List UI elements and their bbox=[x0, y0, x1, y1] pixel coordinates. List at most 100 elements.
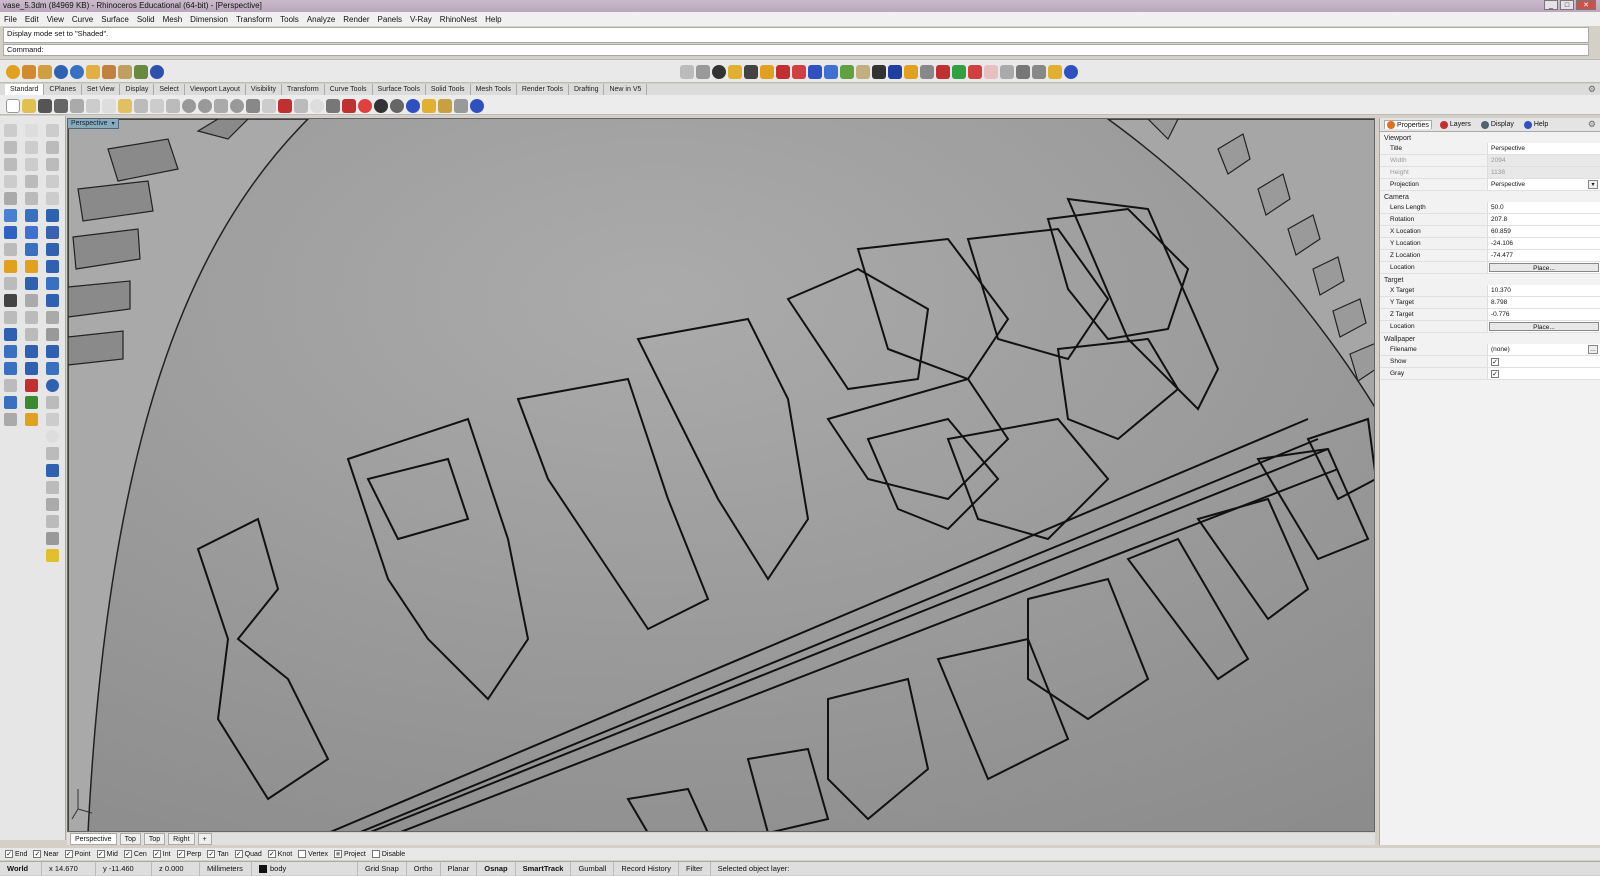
osnap-near[interactable]: ✓ Near bbox=[33, 850, 59, 858]
y-location-field[interactable]: -24.106 bbox=[1487, 238, 1600, 249]
zoom-extents-icon[interactable] bbox=[214, 99, 228, 113]
menu-view[interactable]: View bbox=[43, 15, 68, 24]
plugin-icon[interactable] bbox=[1032, 65, 1046, 79]
osnap-mid[interactable]: ✓ Mid bbox=[96, 850, 118, 858]
menu-mesh[interactable]: Mesh bbox=[159, 15, 187, 24]
plugin-icon[interactable] bbox=[1016, 65, 1030, 79]
plugin-icon[interactable] bbox=[920, 65, 934, 79]
gray-checkbox[interactable]: ✓ bbox=[1491, 370, 1499, 378]
tab-top[interactable]: Top bbox=[119, 833, 141, 845]
plugin-icon[interactable] bbox=[808, 65, 822, 79]
plugin-icon[interactable] bbox=[38, 65, 52, 79]
distance-measure-icon[interactable] bbox=[46, 532, 59, 545]
osnap-int[interactable]: ✓ Int bbox=[152, 850, 171, 858]
tab-set-view[interactable]: Set View bbox=[82, 84, 121, 95]
surface-edge-icon[interactable] bbox=[25, 209, 38, 222]
menu-tools[interactable]: Tools bbox=[276, 15, 303, 24]
solid-sphere-icon[interactable] bbox=[25, 226, 38, 239]
plugin-icon[interactable] bbox=[936, 65, 950, 79]
checkbox[interactable]: ✓ bbox=[267, 850, 276, 858]
paste-icon[interactable] bbox=[118, 99, 132, 113]
copy-icon[interactable] bbox=[102, 99, 116, 113]
box-icon[interactable] bbox=[25, 175, 38, 188]
osnap-vertex[interactable]: Vertex bbox=[298, 850, 328, 858]
arc-icon[interactable] bbox=[4, 175, 17, 188]
check-icon[interactable] bbox=[25, 396, 38, 409]
plugin-icon[interactable] bbox=[680, 65, 694, 79]
light-bulb-icon[interactable] bbox=[310, 99, 324, 113]
osnap-quad[interactable]: ✓ Quad bbox=[234, 850, 262, 858]
plugin-icon[interactable] bbox=[86, 65, 100, 79]
osnap-cen[interactable]: ✓ Cen bbox=[123, 850, 147, 858]
plugin-icon[interactable] bbox=[776, 65, 790, 79]
rotate-view-icon[interactable] bbox=[166, 99, 180, 113]
tab-visibility[interactable]: Visibility bbox=[246, 84, 283, 95]
tab-viewport-layout[interactable]: Viewport Layout bbox=[185, 84, 246, 95]
cut-icon[interactable] bbox=[86, 99, 100, 113]
cplane-icon[interactable] bbox=[262, 99, 276, 113]
tab-right[interactable]: Right bbox=[168, 833, 195, 845]
current-layer[interactable]: body bbox=[252, 861, 358, 876]
plugin-icon[interactable] bbox=[118, 65, 132, 79]
checkbox[interactable]: ✓ bbox=[96, 850, 105, 858]
lock-icon[interactable] bbox=[326, 99, 340, 113]
plugin-icon[interactable] bbox=[102, 65, 116, 79]
gear-icon[interactable]: ⚙ bbox=[1588, 119, 1596, 130]
trim-icon[interactable] bbox=[4, 294, 17, 307]
helix-icon[interactable] bbox=[46, 413, 59, 426]
material-icon[interactable] bbox=[46, 464, 59, 477]
copy-object-icon[interactable] bbox=[46, 260, 59, 273]
rectangle-icon[interactable] bbox=[46, 141, 59, 154]
place-camera-button[interactable]: Place... bbox=[1489, 263, 1599, 272]
dot-icon[interactable] bbox=[4, 413, 17, 426]
perspective-viewport[interactable] bbox=[67, 118, 1375, 832]
sphere-icon[interactable] bbox=[46, 379, 59, 392]
menu-curve[interactable]: Curve bbox=[68, 15, 97, 24]
tab-properties[interactable]: Properties bbox=[1384, 120, 1432, 129]
checkbox[interactable]: ✓ bbox=[152, 850, 161, 858]
solid-cylinder-icon[interactable] bbox=[46, 226, 59, 239]
plugin-icon[interactable] bbox=[1048, 65, 1062, 79]
plugin-icon[interactable] bbox=[150, 65, 164, 79]
checkbox[interactable] bbox=[298, 850, 307, 858]
mirror-icon[interactable] bbox=[46, 277, 59, 290]
zoom-icon[interactable] bbox=[182, 99, 196, 113]
print-icon[interactable] bbox=[54, 99, 68, 113]
browse-icon[interactable]: … bbox=[1588, 345, 1598, 354]
tab-drafting[interactable]: Drafting bbox=[569, 84, 605, 95]
rendered-sphere-icon[interactable] bbox=[390, 99, 404, 113]
zoom-selected-icon[interactable] bbox=[230, 99, 244, 113]
area-icon[interactable] bbox=[46, 362, 59, 375]
minimize-button[interactable]: _ bbox=[1544, 0, 1558, 10]
x-target-field[interactable]: 10.370 bbox=[1487, 285, 1600, 296]
checkbox[interactable]: ✓ bbox=[176, 850, 185, 858]
new-file-icon[interactable] bbox=[6, 99, 20, 113]
array-icon[interactable] bbox=[46, 311, 59, 324]
import-icon[interactable] bbox=[70, 99, 84, 113]
curve-icon[interactable] bbox=[25, 141, 38, 154]
point-icon[interactable] bbox=[25, 124, 38, 137]
checkbox[interactable]: ✓ bbox=[64, 850, 73, 858]
zoom-window-icon[interactable] bbox=[198, 99, 212, 113]
tab-surface-tools[interactable]: Surface Tools bbox=[373, 84, 426, 95]
plugin-icon[interactable] bbox=[968, 65, 982, 79]
polygon-icon[interactable] bbox=[46, 175, 59, 188]
shaded-sphere-icon[interactable] bbox=[374, 99, 388, 113]
select-icon[interactable] bbox=[294, 99, 308, 113]
tab-perspective[interactable]: Perspective bbox=[70, 833, 117, 845]
menu-edit[interactable]: Edit bbox=[21, 15, 43, 24]
rotate-icon[interactable] bbox=[4, 277, 17, 290]
menu-solid[interactable]: Solid bbox=[133, 15, 159, 24]
plugin-icon[interactable] bbox=[134, 65, 148, 79]
tab-help[interactable]: Help bbox=[1522, 120, 1550, 129]
analyze-icon[interactable] bbox=[25, 345, 38, 358]
add-tab-button[interactable]: + bbox=[197, 833, 212, 845]
cylinder-icon[interactable] bbox=[46, 549, 59, 562]
filter-toggle[interactable]: Filter bbox=[679, 861, 711, 876]
quad-view-icon[interactable] bbox=[46, 498, 59, 511]
move-icon[interactable] bbox=[25, 260, 38, 273]
layout-icon[interactable] bbox=[4, 362, 17, 375]
tab-render-tools[interactable]: Render Tools bbox=[517, 84, 569, 95]
tab-display[interactable]: Display bbox=[120, 84, 155, 95]
filename-field[interactable]: (none)… bbox=[1487, 344, 1600, 355]
